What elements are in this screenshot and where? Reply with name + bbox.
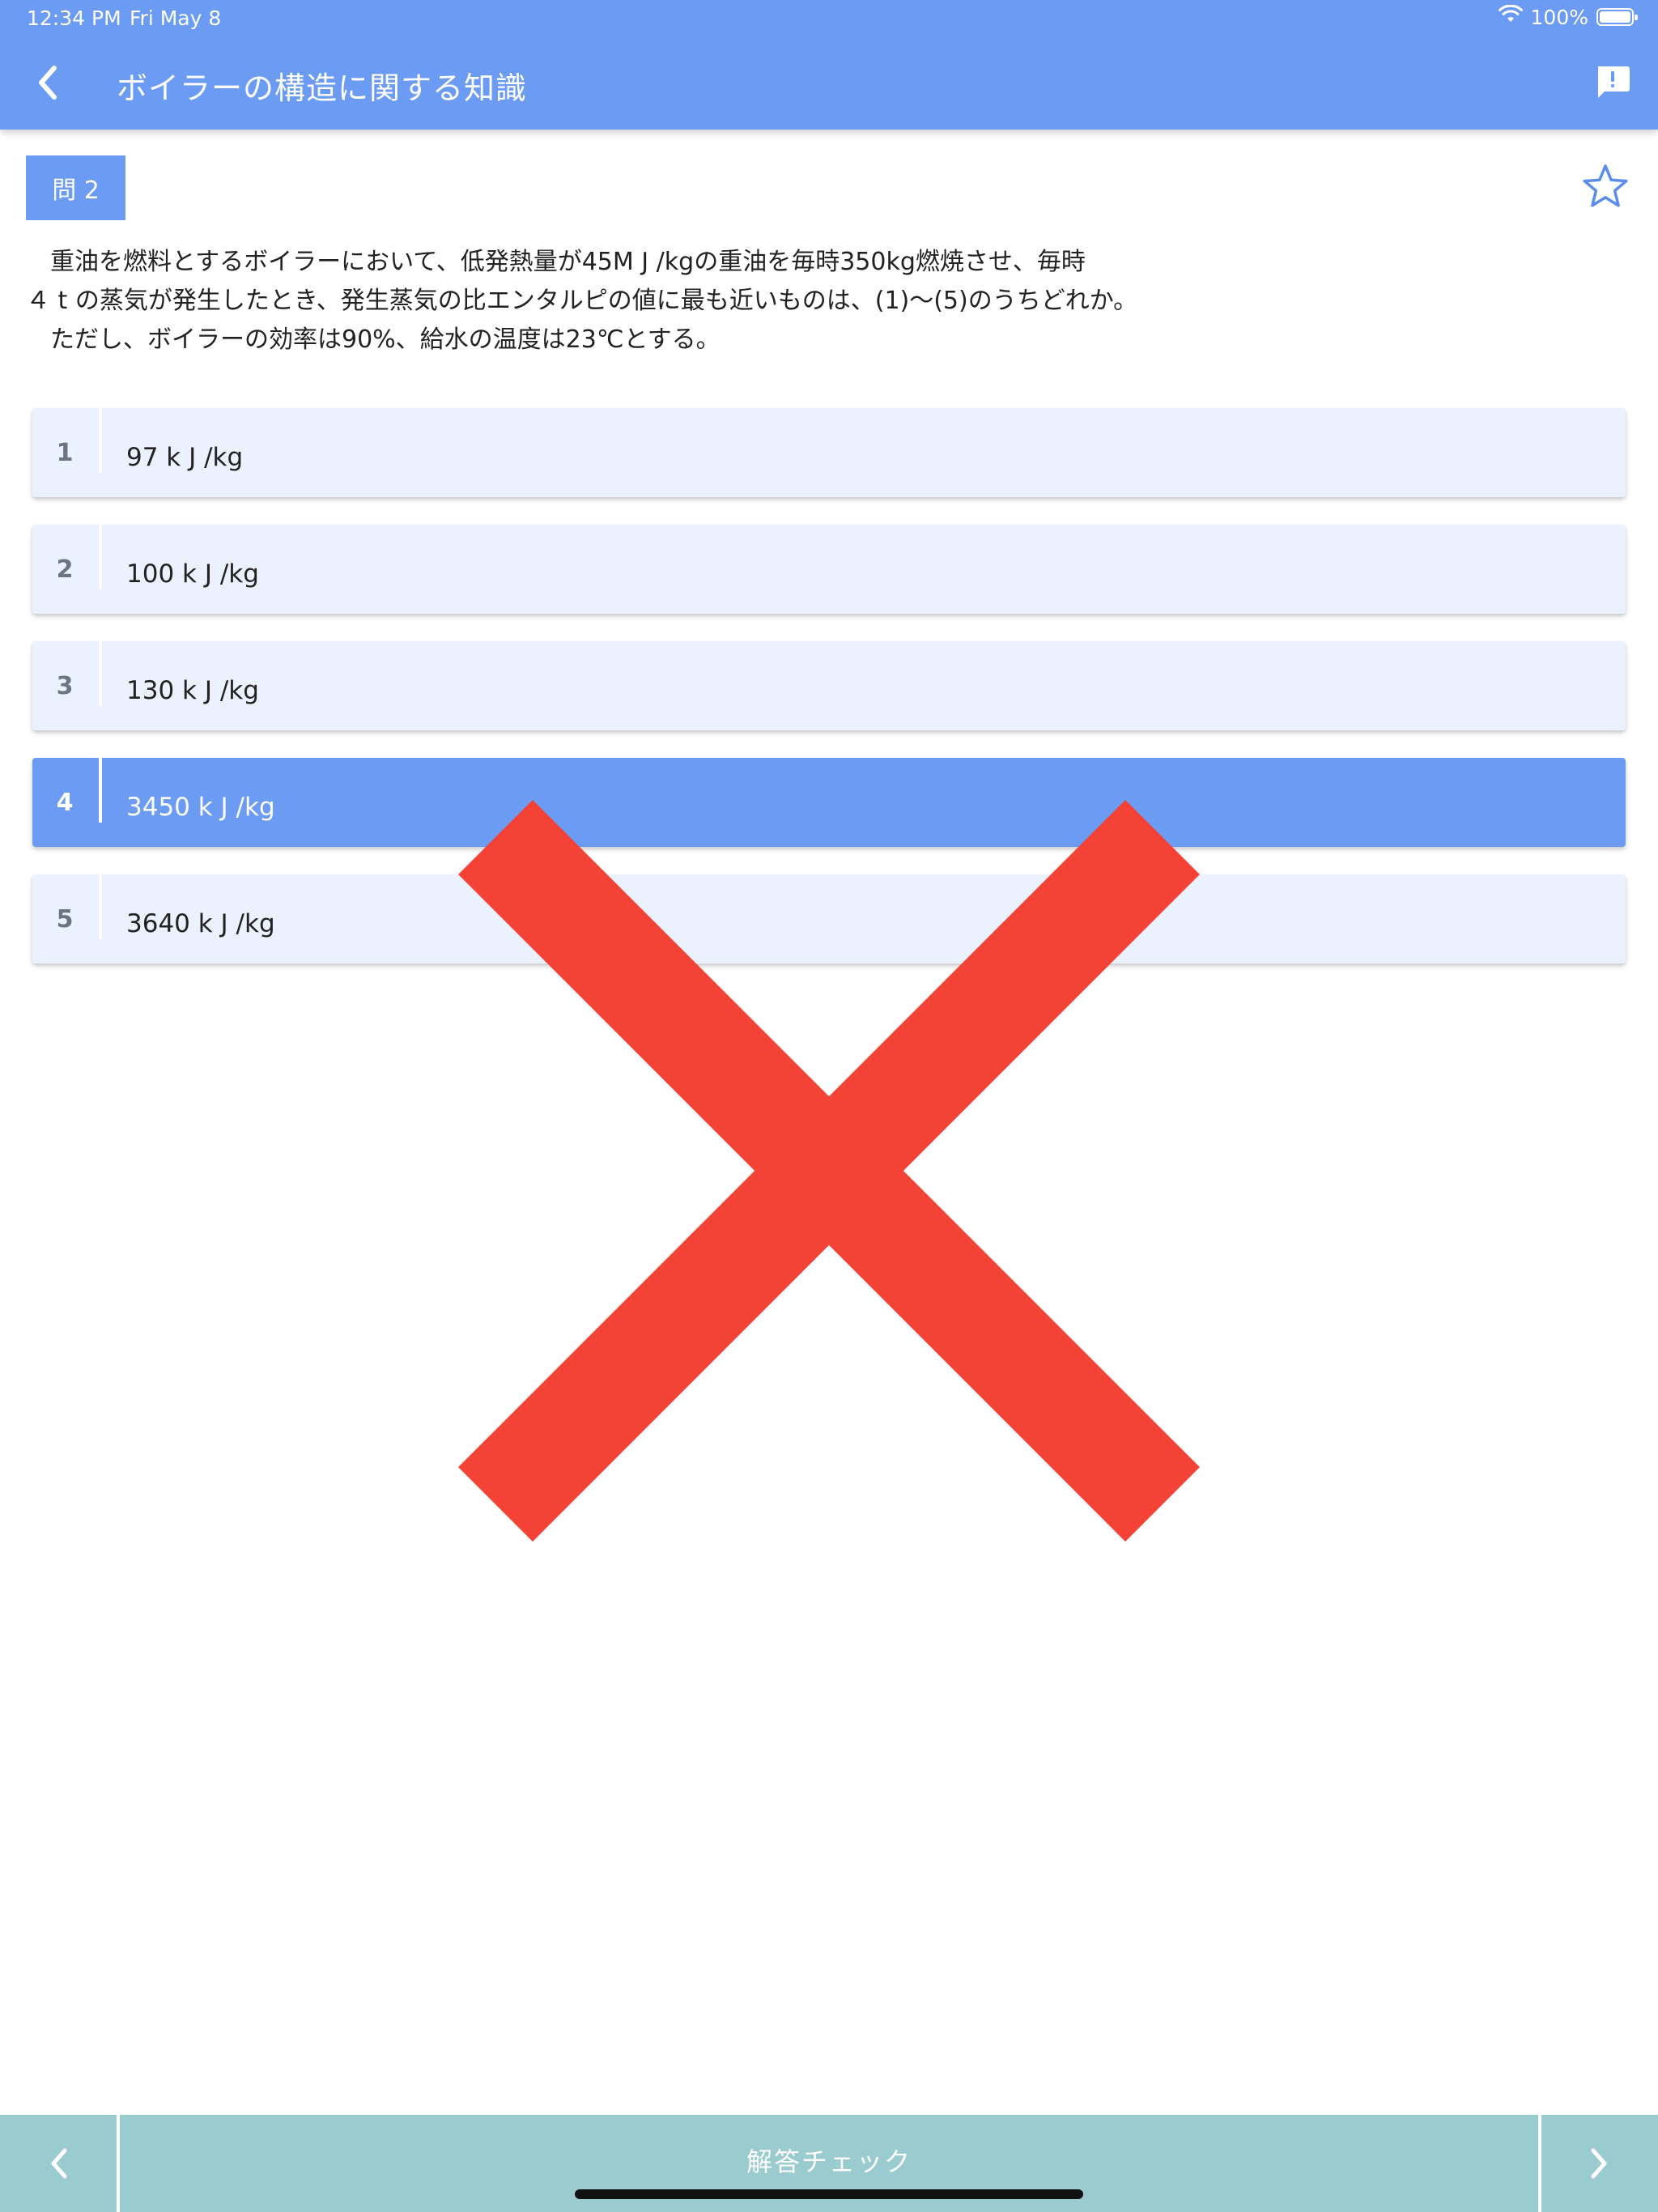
choice-number: 1 bbox=[56, 438, 74, 467]
choice-5[interactable]: 5 3640 k J /kg bbox=[32, 874, 1626, 963]
choice-4[interactable]: 4 3450 k J /kg bbox=[32, 758, 1626, 847]
choice-divider bbox=[99, 641, 102, 706]
next-question-button[interactable] bbox=[1541, 2115, 1658, 2212]
question-line: ただし、ボイラーの効率は90%、給水の温度は23℃とする。 bbox=[26, 325, 721, 354]
chevron-right-icon bbox=[1591, 2148, 1607, 2179]
previous-question-button[interactable] bbox=[0, 2115, 117, 2212]
page-title: ボイラーの構造に関する知識 bbox=[117, 70, 528, 106]
choice-3[interactable]: 3 130 k J /kg bbox=[32, 641, 1626, 730]
status-indicators: 100% bbox=[1498, 4, 1638, 29]
status-bar: 12:34 PM Fri May 8 100% bbox=[0, 0, 1658, 37]
choice-label: 130 k J /kg bbox=[126, 676, 259, 705]
question-line: 重油を燃料とするボイラーにおいて、低発熱量が45M J /kgの重油を毎時350… bbox=[26, 248, 1086, 276]
star-icon bbox=[1583, 164, 1628, 207]
back-button[interactable] bbox=[23, 57, 71, 108]
app-header: 12:34 PM Fri May 8 100% ボイラーの構造に関する知識 bbox=[0, 0, 1658, 130]
choice-label: 3450 k J /kg bbox=[126, 793, 275, 822]
choice-2[interactable]: 2 100 k J /kg bbox=[32, 525, 1626, 614]
question-number-badge: 問 2 bbox=[26, 155, 125, 220]
choice-label: 3640 k J /kg bbox=[126, 909, 275, 938]
feedback-icon bbox=[1598, 66, 1630, 98]
battery-icon bbox=[1596, 8, 1638, 26]
status-time: 12:34 PM bbox=[27, 6, 121, 30]
choice-1[interactable]: 1 97 k J /kg bbox=[32, 408, 1626, 497]
question-text: 重油を燃料とするボイラーにおいて、低発熱量が45M J /kgの重油を毎時350… bbox=[26, 243, 1629, 359]
choice-divider bbox=[99, 525, 102, 589]
battery-percent: 100% bbox=[1530, 5, 1588, 29]
status-date: Fri May 8 bbox=[130, 6, 222, 30]
choice-number: 4 bbox=[56, 788, 74, 817]
choice-number: 2 bbox=[56, 555, 74, 584]
question-line: ４ t の蒸気が発生したとき、発生蒸気の比エンタルピの値に最も近いものは、(1)… bbox=[26, 287, 1138, 315]
chevron-left-icon bbox=[51, 2148, 67, 2179]
report-button[interactable] bbox=[1592, 62, 1634, 104]
home-indicator bbox=[575, 2189, 1083, 2199]
choice-label: 97 k J /kg bbox=[126, 443, 244, 472]
choice-divider bbox=[99, 758, 102, 823]
choice-divider bbox=[99, 408, 102, 473]
choice-divider bbox=[99, 874, 102, 939]
chevron-left-icon bbox=[39, 66, 57, 100]
choice-label: 100 k J /kg bbox=[126, 559, 259, 589]
bookmark-star-button[interactable] bbox=[1580, 162, 1630, 212]
wifi-icon bbox=[1498, 4, 1523, 29]
choice-number: 3 bbox=[56, 671, 74, 700]
choice-number: 5 bbox=[56, 904, 74, 934]
